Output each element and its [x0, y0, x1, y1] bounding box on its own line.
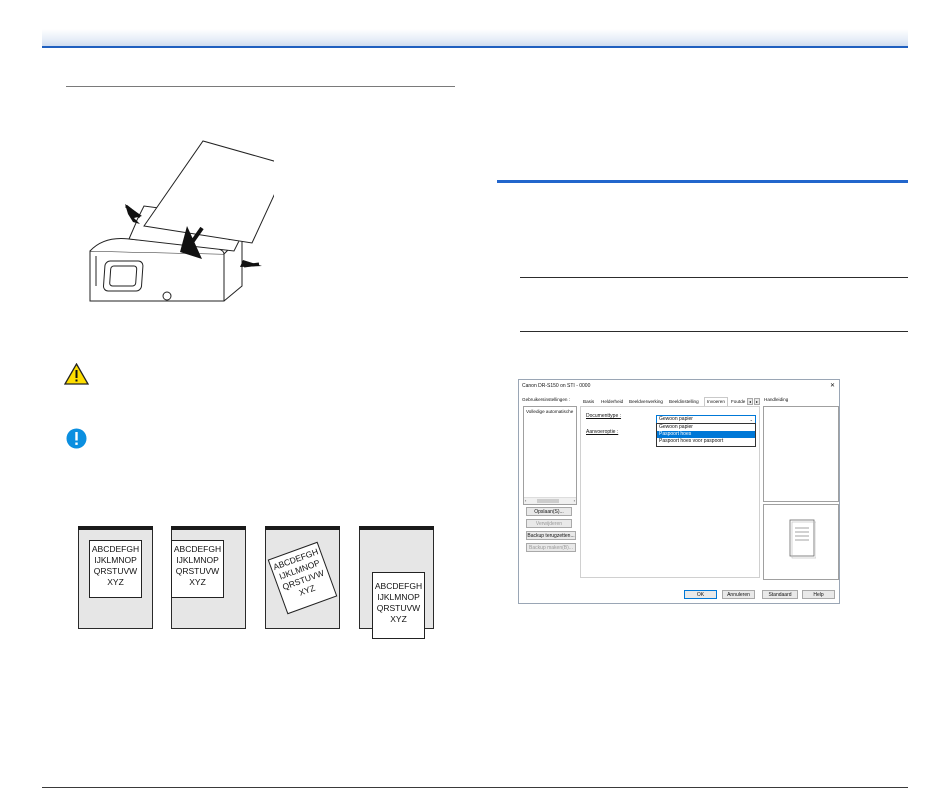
- doc-sample-left-aligned: ABCDEFGH IJKLMNOP QRSTUVW XYZ: [171, 526, 246, 629]
- user-settings-list[interactable]: Volledige automatische ‹ ›: [523, 406, 577, 505]
- tab-errors[interactable]: Foutde: [731, 398, 745, 406]
- dropdown-option-selected[interactable]: Paspoort hoes: [657, 431, 755, 438]
- default-button[interactable]: Standaard: [762, 590, 798, 599]
- sample-line: XYZ: [189, 577, 206, 587]
- sample-line: IJKLMNOP: [377, 592, 420, 602]
- warning-icon: [64, 363, 89, 385]
- section-rule-blue: [497, 180, 908, 183]
- sample-line: XYZ: [390, 614, 407, 624]
- info-icon: [66, 428, 87, 449]
- horizontal-scrollbar[interactable]: ‹ ›: [524, 497, 576, 504]
- sample-line: IJKLMNOP: [94, 555, 137, 565]
- page-header-band: [42, 29, 908, 46]
- tab-basis[interactable]: Basis: [583, 398, 594, 406]
- sample-line: IJKLMNOP: [176, 555, 219, 565]
- list-item[interactable]: Volledige automatische: [526, 409, 573, 414]
- sample-line: ABCDEFGH: [91, 544, 140, 554]
- document-type-dropdown[interactable]: Gewoon papier Paspoort hoes Paspoort hoe…: [656, 423, 756, 447]
- sample-line: ABCDEFGH: [374, 581, 423, 591]
- tab-brightness[interactable]: Helderheid: [601, 398, 623, 406]
- scroll-right-icon[interactable]: ›: [574, 498, 575, 503]
- doc-sample-correct: ABCDEFGH IJKLMNOP QRSTUVW XYZ: [78, 526, 153, 629]
- document-preview-icon: [789, 519, 816, 559]
- chevron-down-icon[interactable]: ⌄: [750, 416, 753, 423]
- doc-sample-sheet-offset: ABCDEFGH IJKLMNOP QRSTUVW XYZ: [372, 572, 425, 639]
- doc-sample-sheet: ABCDEFGH IJKLMNOP QRSTUVW XYZ: [171, 540, 224, 598]
- dialog-title: Canon DR-S150 on STI - 0000: [522, 383, 591, 389]
- page-footer-rule: [42, 787, 908, 788]
- settings-dialog: Canon DR-S150 on STI - 0000 ✕ Gebruikers…: [518, 379, 840, 604]
- doc-sample-sheet: ABCDEFGH IJKLMNOP QRSTUVW XYZ: [89, 540, 142, 598]
- ok-button[interactable]: OK: [684, 590, 717, 599]
- sample-line: XYZ: [107, 577, 124, 587]
- sample-line: QRSTUVW: [175, 566, 220, 576]
- help-label: Handleiding: [764, 397, 789, 402]
- document-type-value: Gewoon papier: [659, 416, 693, 422]
- doc-sample-skewed: ABCDEFGH IJKLMNOP QRSTUVW XYZ: [265, 526, 340, 629]
- scroll-left-icon[interactable]: ‹: [525, 498, 526, 503]
- delete-button[interactable]: Verwijderen: [526, 519, 572, 528]
- tab-image-processing[interactable]: Beeldverwerking: [629, 398, 663, 406]
- backup-restore-button[interactable]: Backup terugzetten...: [526, 531, 576, 540]
- sample-line: ABCDEFGH: [173, 544, 222, 554]
- tab-scroll-left-icon[interactable]: ◂: [747, 398, 753, 405]
- dropdown-option[interactable]: Gewoon papier: [657, 424, 757, 431]
- user-settings-label: Gebruikersinstellingen :: [522, 397, 571, 402]
- tab-image-settings[interactable]: Beeldinstelling: [669, 398, 699, 406]
- document-type-label: Documenttype :: [586, 413, 622, 419]
- cancel-button[interactable]: Annuleren: [722, 590, 755, 599]
- sample-line: QRSTUVW: [93, 566, 138, 576]
- tab-content: Documenttype : Gewoon papier ⌄ Gewoon pa…: [580, 406, 760, 578]
- preview-panel: [763, 504, 839, 580]
- table-rule-bottom: [520, 331, 908, 332]
- help-panel: [763, 406, 839, 502]
- feed-option-label: Aanvoeroptie :: [586, 429, 619, 435]
- help-button[interactable]: Help: [802, 590, 835, 599]
- doc-sample-sheet: ABCDEFGH IJKLMNOP QRSTUVW XYZ: [267, 541, 338, 615]
- dropdown-option[interactable]: Paspoort hoes voor paspoort: [657, 438, 757, 445]
- sample-line: QRSTUVW: [376, 603, 421, 613]
- table-rule-top: [520, 277, 908, 278]
- close-icon[interactable]: ✕: [830, 382, 835, 389]
- scanner-illustration: [89, 140, 274, 302]
- tab-scroll-right-icon[interactable]: ▸: [754, 398, 760, 405]
- backup-create-button[interactable]: Backup maken(B)...: [526, 543, 576, 552]
- page-header-rule: [42, 46, 908, 48]
- section-rule-left: [66, 86, 455, 87]
- save-button[interactable]: Opslaan(S)...: [526, 507, 572, 516]
